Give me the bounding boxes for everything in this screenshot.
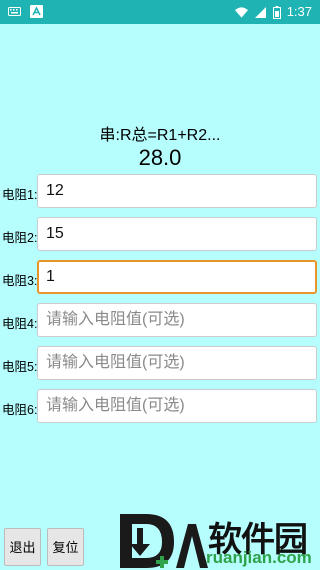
resistor-row-1: 电阻1: 12 xyxy=(0,172,320,210)
resistor-input-5[interactable]: 请输入电阻值(可选) xyxy=(37,346,317,380)
resistor-label-3: 电阻3: xyxy=(2,274,38,288)
resistor-label-2: 电阻2: xyxy=(2,231,38,245)
resistor-row-3: 电阻3: 1 xyxy=(0,258,320,296)
wifi-icon xyxy=(234,6,248,18)
keyboard-icon xyxy=(8,7,21,16)
formula-label: 串:R总=R1+R2... xyxy=(99,127,221,144)
exit-button[interactable]: 退出 xyxy=(4,528,41,566)
resistor-label-5: 电阻5: xyxy=(2,360,38,374)
signal-icon xyxy=(254,6,266,18)
resistor-input-1[interactable]: 12 xyxy=(37,174,317,208)
result-value: 28.0 xyxy=(138,145,182,170)
resistor-row-5: 电阻5: 请输入电阻值(可选) xyxy=(0,344,320,382)
resistor-label-1: 电阻1: xyxy=(2,188,38,202)
reset-button[interactable]: 复位 xyxy=(47,528,84,566)
resistor-input-3[interactable]: 1 xyxy=(37,260,317,294)
status-time: 1:37 xyxy=(286,4,312,19)
download-logo-icon xyxy=(120,514,208,568)
resistor-input-6[interactable]: 请输入电阻值(可选) xyxy=(37,389,317,423)
resistor-label-4: 电阻4: xyxy=(2,317,38,331)
resistor-input-2[interactable]: 15 xyxy=(37,217,317,251)
resistor-row-6: 电阻6: 请输入电阻值(可选) xyxy=(0,387,320,425)
watermark-logo: 软件园 ruanjian.com xyxy=(116,510,320,570)
status-bar: 1:37 xyxy=(0,0,320,24)
resistor-row-2: 电阻2: 15 xyxy=(0,215,320,253)
a-icon xyxy=(30,5,43,18)
resistor-input-4[interactable]: 请输入电阻值(可选) xyxy=(37,303,317,337)
resistor-label-6: 电阻6: xyxy=(2,403,38,417)
watermark-url: ruanjian.com xyxy=(206,548,312,567)
battery-icon xyxy=(272,5,281,19)
resistor-row-4: 电阻4: 请输入电阻值(可选) xyxy=(0,301,320,339)
